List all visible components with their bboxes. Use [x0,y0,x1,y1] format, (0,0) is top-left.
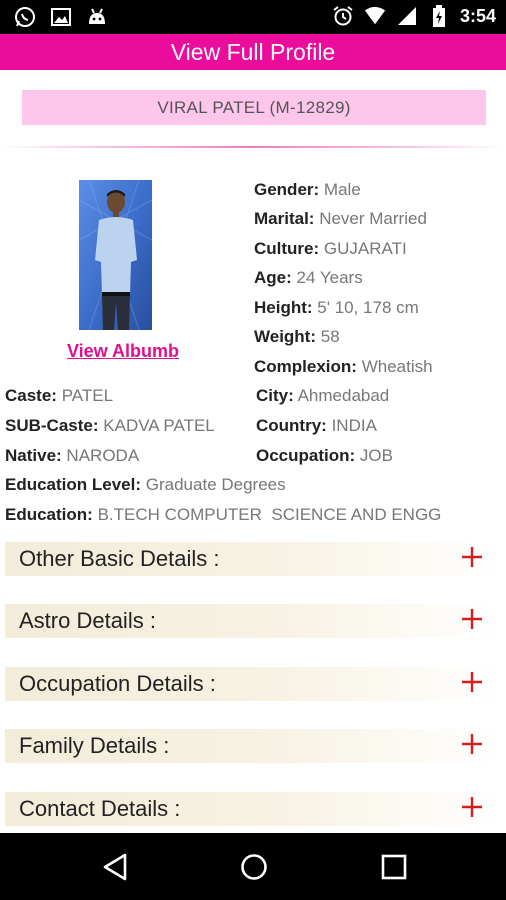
expand-plus-icon[interactable] [461,796,483,818]
field-marital: Marital: Never Married [254,209,427,228]
divider [0,146,506,148]
expand-plus-icon[interactable] [461,671,483,693]
view-album-link[interactable]: View Albumb [67,341,179,362]
section-astro-details[interactable]: Astro Details : [5,604,499,638]
navigation-bar [0,833,506,900]
field-complexion: Complexion: Wheatish [254,357,433,376]
page-title: View Full Profile [170,38,336,65]
field-occupation: Occupation: JOB [256,446,393,465]
home-icon[interactable] [237,851,271,883]
field-native: Native: NARODA [5,446,140,465]
status-bar: 3:54 [0,0,506,34]
back-icon[interactable] [98,851,132,883]
expand-plus-icon[interactable] [461,733,483,755]
image-icon [50,6,72,28]
field-weight: Weight: 58 [254,327,340,346]
section-occupation-details[interactable]: Occupation Details : [5,667,499,701]
battery-icon [428,5,450,27]
alarm-icon [332,5,354,27]
field-height: Height: 5' 10, 178 cm [254,298,419,317]
field-education: Education: B.TECH COMPUTER SCIENCE AND E… [5,505,442,524]
android-icon [86,6,108,28]
section-family-details[interactable]: Family Details : [5,729,499,763]
profile-name-id: VIRAL PATEL (M-12829) [22,90,486,125]
signal-icon [396,5,418,27]
field-country: Country: INDIA [256,416,377,435]
section-label: Contact Details : [19,796,181,821]
recents-icon[interactable] [377,851,411,883]
field-sub-caste: SUB-Caste: KADVA PATEL [5,416,215,435]
field-gender: Gender: Male [254,180,361,199]
section-label: Family Details : [19,733,170,758]
expand-plus-icon[interactable] [461,608,483,630]
field-caste: Caste: PATEL [5,386,114,405]
field-education-level: Education Level: Graduate Degrees [5,475,286,494]
app-bar: View Full Profile [0,34,506,70]
whatsapp-icon [14,6,36,28]
section-label: Astro Details : [19,608,156,633]
section-label: Other Basic Details : [19,546,220,571]
field-city: City: Ahmedabad [256,386,390,405]
status-time: 3:54 [459,5,496,26]
section-label: Occupation Details : [19,671,216,696]
field-culture: Culture: GUJARATI [254,239,407,258]
section-contact-details[interactable]: Contact Details : [5,792,499,826]
profile-photo[interactable] [79,180,152,330]
expand-plus-icon[interactable] [461,546,483,568]
wifi-icon [364,5,386,27]
section-other-basic-details[interactable]: Other Basic Details : [5,542,499,576]
field-age: Age: 24 Years [254,268,363,287]
